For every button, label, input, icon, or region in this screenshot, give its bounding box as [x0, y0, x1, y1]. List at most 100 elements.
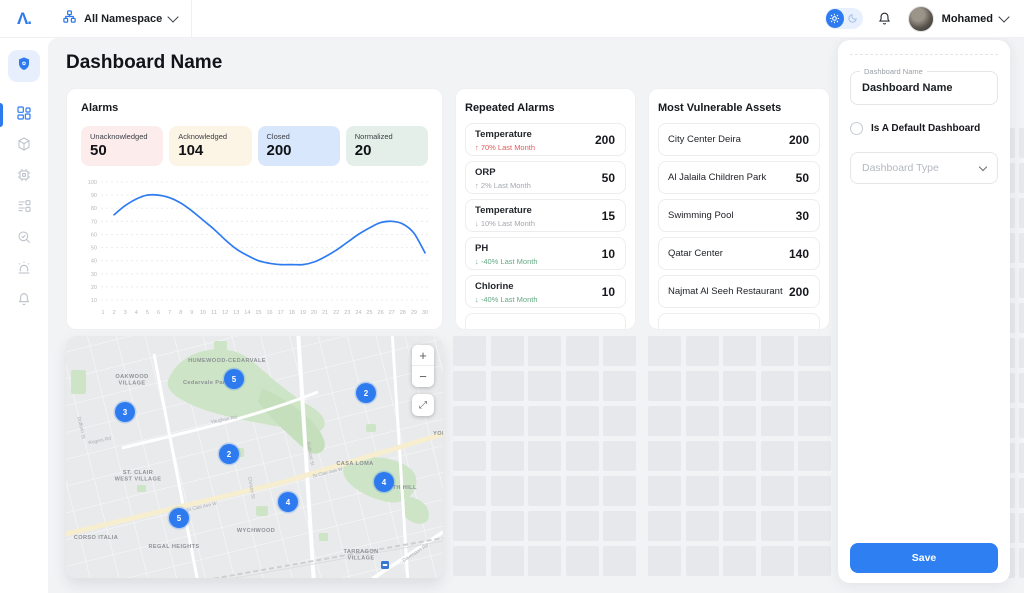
skeleton-cell: [648, 406, 681, 436]
map-fullscreen-button[interactable]: ⤢: [412, 394, 434, 416]
vulnerable-assets-list: City Center Deira200 Al Jalaila Children …: [658, 123, 820, 330]
svg-text:70: 70: [91, 219, 97, 225]
alarms-card: Alarms Unacknowledged50Acknowledged104Cl…: [66, 88, 443, 330]
dark-mode-icon[interactable]: [844, 9, 862, 28]
map-marker[interactable]: 4: [374, 472, 394, 492]
app-logo: Λ.: [0, 9, 48, 29]
sidebar-item-notifications[interactable]: [0, 286, 48, 316]
sidebar-item-templates[interactable]: [0, 193, 48, 223]
map-area-label: OAKWOODVILLAGE: [115, 374, 148, 387]
alarm-stats: Unacknowledged50Acknowledged104Closed200…: [81, 126, 428, 166]
stat-value: 50: [90, 142, 154, 159]
skeleton-cell: [648, 476, 681, 506]
stat-box-normalized: Normalized20: [346, 126, 428, 166]
asset-item: Qatar Center140: [658, 237, 820, 270]
skeleton-cell: [686, 476, 719, 506]
svg-text:13: 13: [233, 310, 239, 316]
sidebar-item-devices[interactable]: [0, 162, 48, 192]
sidebar-item-inspections[interactable]: [0, 224, 48, 254]
svg-text:1: 1: [101, 310, 104, 316]
stat-box-unacknowledged: Unacknowledged50: [81, 126, 163, 166]
map-marker[interactable]: 3: [115, 402, 135, 422]
stat-label: Acknowledged: [178, 132, 242, 141]
map-marker[interactable]: 5: [224, 369, 244, 389]
dashboard-type-select[interactable]: Dashboard Type: [850, 152, 998, 184]
svg-text:17: 17: [278, 310, 284, 316]
asset-item: Al Jalaila Children Park50: [658, 161, 820, 194]
dashboard-type-placeholder: Dashboard Type: [862, 162, 939, 174]
skeleton-cell: [603, 476, 636, 506]
skeleton-cell: [723, 476, 756, 506]
radio-icon[interactable]: [850, 122, 863, 135]
svg-text:26: 26: [378, 310, 384, 316]
skeleton-cell: [1019, 163, 1024, 193]
skeleton-cell: [1019, 338, 1024, 368]
svg-text:20: 20: [311, 310, 317, 316]
namespace-selector[interactable]: All Namespace: [48, 0, 191, 37]
dashboard-name-input[interactable]: [851, 72, 997, 104]
svg-text:18: 18: [289, 310, 295, 316]
map-marker[interactable]: 5: [169, 508, 189, 528]
repeated-alarm-item: Chlorine↓ -40% Last Month10: [465, 275, 626, 308]
map-marker[interactable]: 4: [278, 492, 298, 512]
sidebar-item-assets[interactable]: [0, 131, 48, 161]
stat-label: Unacknowledged: [90, 132, 154, 141]
user-menu[interactable]: Mohamed: [908, 6, 1008, 32]
page-title: Dashboard Name: [66, 52, 222, 74]
skeleton-cell: [566, 441, 599, 471]
map-marker[interactable]: 2: [356, 383, 376, 403]
panel-divider: [850, 54, 998, 55]
loading-skeleton-grid: [648, 336, 831, 576]
skeleton-cell: [761, 546, 794, 576]
asset-item: City Center Deira200: [658, 123, 820, 156]
skeleton-cell: [686, 546, 719, 576]
skeleton-cell: [761, 336, 794, 366]
skeleton-cell: [648, 371, 681, 401]
chevron-down-icon: [168, 11, 179, 22]
theme-toggle[interactable]: [825, 8, 863, 29]
skeleton-cell: [603, 371, 636, 401]
svg-text:30: 30: [91, 272, 97, 278]
skeleton-cell: [1019, 128, 1024, 158]
default-dashboard-option[interactable]: Is A Default Dashboard: [850, 122, 998, 135]
chip-icon: [16, 167, 32, 188]
sidebar-item-dashboards[interactable]: [0, 100, 48, 130]
notifications-bell-icon[interactable]: [877, 11, 892, 26]
svg-text:4: 4: [135, 310, 138, 316]
svg-text:8: 8: [179, 310, 182, 316]
save-button[interactable]: Save: [850, 543, 998, 573]
svg-text:6: 6: [157, 310, 160, 316]
map-area-label: YORK: [433, 431, 443, 437]
avatar[interactable]: [908, 6, 934, 32]
skeleton-cell: [491, 406, 524, 436]
repeated-alarm-item: Temperature↓ 10% Last Month15: [465, 199, 626, 232]
skeleton-cell: [491, 371, 524, 401]
repeated-alarm-item: PH↓ -40% Last Month10: [465, 237, 626, 270]
map-card[interactable]: Vaughan RdSt Clair Ave WSt Clair Ave WBa…: [66, 336, 443, 578]
skeleton-cell: [723, 371, 756, 401]
svg-text:90: 90: [91, 193, 97, 199]
skeleton-cell: [686, 511, 719, 541]
svg-text:60: 60: [91, 232, 97, 238]
transit-station-icon: [381, 561, 389, 569]
skeleton-cell: [528, 546, 561, 576]
sidebar-item-alarms[interactable]: [0, 255, 48, 285]
repeated-alarm-item: ORP↑ 2% Last Month50: [465, 161, 626, 194]
stat-value: 20: [355, 142, 419, 159]
skeleton-cell: [1019, 303, 1024, 333]
map-zoom-out-button[interactable]: −: [412, 366, 434, 387]
bell-icon: [16, 291, 32, 312]
map-marker[interactable]: 2: [219, 444, 239, 464]
sidebar-item-security-app[interactable]: [8, 50, 40, 82]
header-divider: [191, 0, 192, 38]
light-mode-icon[interactable]: [826, 9, 844, 28]
skeleton-cell: [1019, 513, 1024, 543]
svg-text:30: 30: [422, 310, 428, 316]
svg-text:9: 9: [190, 310, 193, 316]
map-zoom-in-button[interactable]: +: [412, 345, 434, 366]
skeleton-cell: [528, 336, 561, 366]
skeleton-cell: [798, 336, 831, 366]
skeleton-cell: [686, 441, 719, 471]
active-indicator: [0, 103, 3, 127]
map-area-label: REGAL HEIGHTS: [148, 544, 199, 550]
